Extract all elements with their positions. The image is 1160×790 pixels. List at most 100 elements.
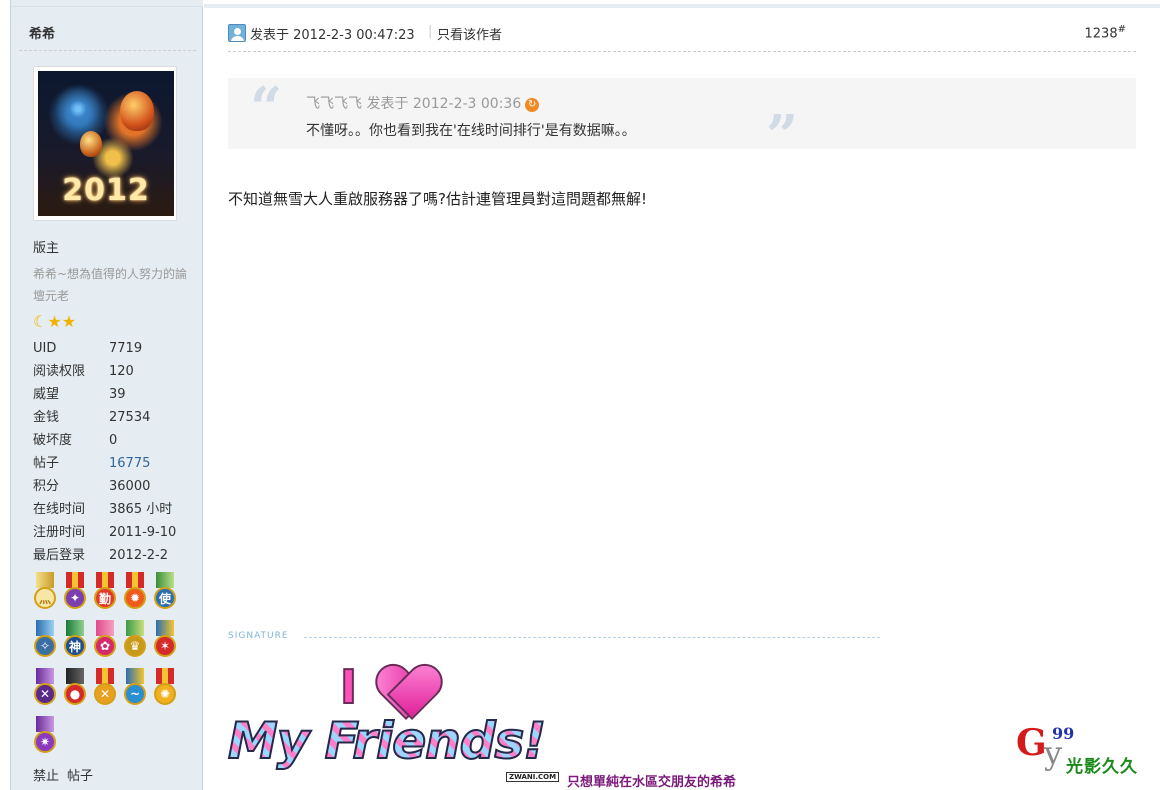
medal-icon[interactable]: 使 xyxy=(153,572,177,612)
stat-value: 0 xyxy=(109,433,118,448)
medal-icon[interactable]: ✺ xyxy=(153,668,177,708)
medal-icon[interactable]: ✦ xyxy=(63,572,87,612)
jump-to-post-icon[interactable]: ↻ xyxy=(525,98,540,112)
medal-icon[interactable]: ● xyxy=(63,668,87,708)
post-timestamp: 发表于 2012-2-3 00:47:23 xyxy=(250,28,415,43)
ban-link[interactable]: 禁止 xyxy=(33,769,59,784)
avatar-image[interactable]: 2012 xyxy=(38,71,174,216)
online-user-icon xyxy=(228,24,246,42)
stat-row: 破坏度 0 xyxy=(33,429,203,452)
site-watermark-logo: G y 99 光影久久 xyxy=(1016,722,1156,782)
posts-link[interactable]: 帖子 xyxy=(67,769,93,784)
stat-row: 帖子 16775 xyxy=(33,452,203,475)
separator: | xyxy=(428,24,433,39)
only-author-link[interactable]: 只看该作者 xyxy=(437,24,502,43)
stat-value: 2011-9-10 xyxy=(109,525,177,540)
quote-author-time: 飞飞飞飞 发表于 2012-2-3 00:36 xyxy=(306,96,522,112)
post-content-area: 发表于 2012-2-3 00:47:23 | 只看该作者 1238# “ 飞飞… xyxy=(204,0,1160,790)
user-rank: 版主 xyxy=(33,241,60,256)
moderation-actions: 禁止 帖子 xyxy=(33,765,101,784)
divider xyxy=(19,50,196,51)
stat-value: 39 xyxy=(109,387,126,402)
medal-icon[interactable]: ✹ xyxy=(123,572,147,612)
signature-my-friends-text: My Friends! xyxy=(227,711,547,771)
quote-block: “ 飞飞飞飞 发表于 2012-2-3 00:36 ↻ 不懂呀。。你也看到我在'在… xyxy=(228,75,1136,166)
author-name[interactable]: 希希 xyxy=(29,23,55,42)
signature-letter-i: I xyxy=(339,659,358,715)
watermark-number: 99 xyxy=(1052,724,1075,743)
rank-stars: ☾★★ xyxy=(33,312,76,331)
stat-value: 36000 xyxy=(109,479,151,494)
stat-label: 最后登录 xyxy=(33,548,86,563)
watermark-text: 光影久久 xyxy=(1066,757,1138,777)
post-header: 发表于 2012-2-3 00:47:23 | 只看该作者 1238# xyxy=(228,22,1136,52)
author-sidebar: 希希 2012 版主 希希~想為值得的人努力的論壇元老 ☾★★ UID 7719 … xyxy=(10,0,203,790)
medal-icon[interactable]: ✿ xyxy=(93,620,117,660)
sidebar-top-bar xyxy=(11,0,203,7)
stat-label: 帖子 xyxy=(33,456,60,471)
post-message: 不知道無雪大人重啟服務器了嗎?估計連管理員對這問題都無解! xyxy=(228,190,647,208)
stat-row: 威望 39 xyxy=(33,383,203,406)
stat-value: 7719 xyxy=(109,341,143,356)
stat-row: 积分 36000 xyxy=(33,475,203,498)
medal-icon[interactable]: ✕ xyxy=(33,668,57,708)
stat-value: 2012-2-2 xyxy=(109,548,169,563)
medal-row: ✷ xyxy=(33,716,193,756)
firework-graphic xyxy=(48,79,108,139)
medal-icon[interactable]: ♛ xyxy=(123,620,147,660)
close-quote-icon: ” xyxy=(766,103,799,169)
stat-row: 注册时间 2011-9-10 xyxy=(33,521,203,544)
stat-value: 120 xyxy=(109,364,134,379)
balloon-graphic xyxy=(120,91,154,131)
medal-icon[interactable]: ✶ xyxy=(153,620,177,660)
quote-text: 不懂呀。。你也看到我在'在线时间排行'是有数据嘛。。 xyxy=(306,123,636,139)
floor-hash: # xyxy=(1117,24,1126,35)
stat-label: 注册时间 xyxy=(33,525,86,540)
quote-meta: 飞飞飞飞 发表于 2012-2-3 00:36 ↻ xyxy=(306,93,540,113)
balloon-graphic xyxy=(80,131,102,157)
medal-icon[interactable]: 神 xyxy=(63,620,87,660)
medal-row: ✧ 神 ✿ ♛ ✶ xyxy=(33,620,193,660)
stat-row: 阅读权限 120 xyxy=(33,360,203,383)
stat-row: UID 7719 xyxy=(33,337,203,360)
signature-label: SIGNATURE xyxy=(228,631,289,641)
star-icon: ★ xyxy=(47,312,62,331)
profile-stats: UID 7719 阅读权限 120 威望 39 金钱 27534 破坏度 0 帖子 1677… xyxy=(33,337,203,567)
medal-list: 灬 ✦ 勤 ✹ 使 ✧ 神 ✿ ♛ ✶ ✕ ● ✕ ~ ✺ ✷ xyxy=(33,572,193,764)
stat-label: 阅读权限 xyxy=(33,364,86,379)
signature-divider xyxy=(304,637,880,638)
open-quote-icon: “ xyxy=(250,75,283,141)
stat-value: 3865 小时 xyxy=(109,502,173,517)
signature-caption: 只想單純在水區交朋友的希希 xyxy=(567,775,737,790)
stat-label: 威望 xyxy=(33,387,60,402)
custom-title: 希希~想為值得的人努力的論壇元老 xyxy=(33,267,188,303)
medal-row: 灬 ✦ 勤 ✹ 使 xyxy=(33,572,193,612)
moon-icon: ☾ xyxy=(33,312,48,331)
stat-label: 金钱 xyxy=(33,410,60,425)
stat-label: 在线时间 xyxy=(33,502,86,517)
stat-row: 在线时间 3865 小时 xyxy=(33,498,203,521)
medal-icon[interactable]: 勤 xyxy=(93,572,117,612)
signature-image[interactable]: I My Friends! ZWANI.COM xyxy=(227,659,560,782)
posts-count-link[interactable]: 16775 xyxy=(109,452,150,475)
medal-icon[interactable]: ✧ xyxy=(33,620,57,660)
medal-icon[interactable]: 灬 xyxy=(33,572,57,612)
medal-icon[interactable]: ~ xyxy=(123,668,147,708)
floor-number[interactable]: 1238# xyxy=(1085,24,1126,41)
stat-label: 积分 xyxy=(33,479,60,494)
star-icon: ★ xyxy=(61,312,77,331)
watermark-g: G xyxy=(1016,722,1047,764)
avatar[interactable]: 2012 xyxy=(33,66,177,221)
stat-row: 最后登录 2012-2-2 xyxy=(33,544,203,567)
stat-label: 破坏度 xyxy=(33,433,73,448)
signature-credit: ZWANI.COM xyxy=(506,772,560,782)
stat-label: UID xyxy=(33,341,57,356)
avatar-year-text: 2012 xyxy=(62,173,150,208)
medal-row: ✕ ● ✕ ~ ✺ xyxy=(33,668,193,708)
stat-value: 27534 xyxy=(109,410,151,425)
post-top-bar xyxy=(204,4,1160,8)
medal-icon[interactable]: ✷ xyxy=(33,716,57,756)
stat-row: 金钱 27534 xyxy=(33,406,203,429)
medal-icon[interactable]: ✕ xyxy=(93,668,117,708)
floor-number-text: 1238 xyxy=(1084,26,1118,42)
